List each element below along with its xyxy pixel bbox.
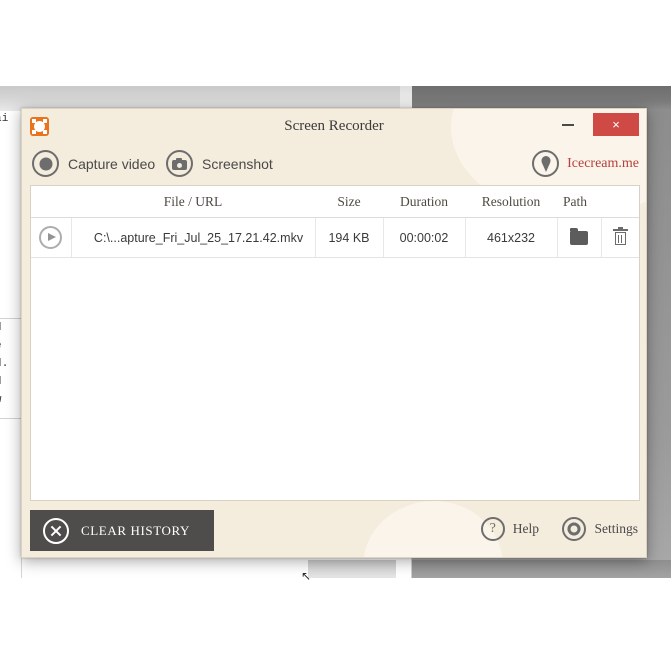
desktop-top-area: [0, 0, 671, 86]
question-mark-icon: ?: [480, 517, 505, 541]
help-label: Help: [512, 521, 539, 536]
file-name-cell: C:\...apture_Fri_Jul_25_17.21.42.mkv: [71, 217, 316, 258]
toolbar: Capture video Screenshot Icecream.me: [22, 143, 646, 185]
column-header-size[interactable]: Size: [315, 186, 383, 218]
screen: mai nd de dd. nd ew ↖ Screen Recorder ×: [0, 0, 671, 671]
background-code-line-4: nd: [0, 376, 2, 388]
resize-cursor-icon: ↖: [301, 569, 312, 583]
background-code-line-5: ew: [0, 394, 2, 406]
footer: CLEAR HISTORY ? Help Settings: [22, 501, 646, 557]
table-row[interactable]: C:\...apture_Fri_Jul_25_17.21.42.mkv 194…: [31, 217, 639, 258]
background-code-line-1: nd: [0, 322, 2, 334]
close-button[interactable]: ×: [593, 113, 639, 136]
clear-history-button[interactable]: CLEAR HISTORY: [30, 510, 214, 551]
folder-icon[interactable]: [570, 227, 588, 245]
capture-video-label: Capture video: [68, 155, 156, 172]
play-cell[interactable]: [31, 217, 72, 258]
background-code-line-3: dd.: [0, 358, 9, 370]
column-header-play: [31, 186, 71, 218]
background-code-line-0: mai: [0, 113, 9, 125]
brand-label: Icecream.me: [567, 155, 639, 171]
column-header-file-url[interactable]: File / URL: [71, 186, 315, 218]
background-divider-2: [0, 418, 22, 419]
ice-cream-cone-icon: [532, 150, 560, 177]
history-table: File / URL Size Duration Resolution Path…: [31, 186, 639, 258]
background-taskbar-light: [308, 560, 396, 578]
gear-icon: [562, 517, 587, 541]
history-table-container[interactable]: File / URL Size Duration Resolution Path…: [30, 185, 640, 501]
trash-icon[interactable]: [612, 227, 628, 246]
resolution-cell: 461x232: [465, 217, 558, 258]
background-divider: [0, 318, 22, 319]
minimize-button[interactable]: [551, 109, 585, 136]
x-circle-icon: [43, 517, 69, 544]
screen-recorder-window: Screen Recorder × Capture video Screensh…: [21, 108, 647, 558]
table-header-row: File / URL Size Duration Resolution Path: [31, 186, 639, 218]
capture-video-button[interactable]: Capture video: [32, 150, 155, 177]
screenshot-button[interactable]: Screenshot: [166, 150, 273, 177]
column-header-path[interactable]: Path: [557, 186, 601, 218]
settings-button[interactable]: Settings: [562, 517, 638, 541]
column-header-delete: [601, 186, 639, 218]
size-cell: 194 KB: [315, 217, 384, 258]
record-circle-icon: [32, 150, 59, 177]
delete-cell[interactable]: [601, 217, 639, 258]
settings-label: Settings: [594, 521, 638, 536]
column-header-duration[interactable]: Duration: [383, 186, 465, 218]
background-taskbar-dark: [412, 560, 671, 578]
path-cell[interactable]: [557, 217, 602, 258]
background-code-line-2: de: [0, 340, 2, 352]
screenshot-label: Screenshot: [202, 155, 273, 172]
play-icon[interactable]: [39, 226, 63, 249]
icecream-brand-link[interactable]: Icecream.me: [532, 150, 639, 177]
background-editor-gutter: [0, 111, 22, 578]
titlebar[interactable]: Screen Recorder ×: [22, 109, 646, 143]
help-button[interactable]: ? Help: [480, 517, 539, 541]
desktop-bottom-area: [0, 578, 671, 671]
camera-icon: [166, 150, 193, 177]
column-header-resolution[interactable]: Resolution: [465, 186, 557, 218]
duration-cell: 00:00:02: [383, 217, 466, 258]
clear-history-label: CLEAR HISTORY: [81, 522, 191, 538]
